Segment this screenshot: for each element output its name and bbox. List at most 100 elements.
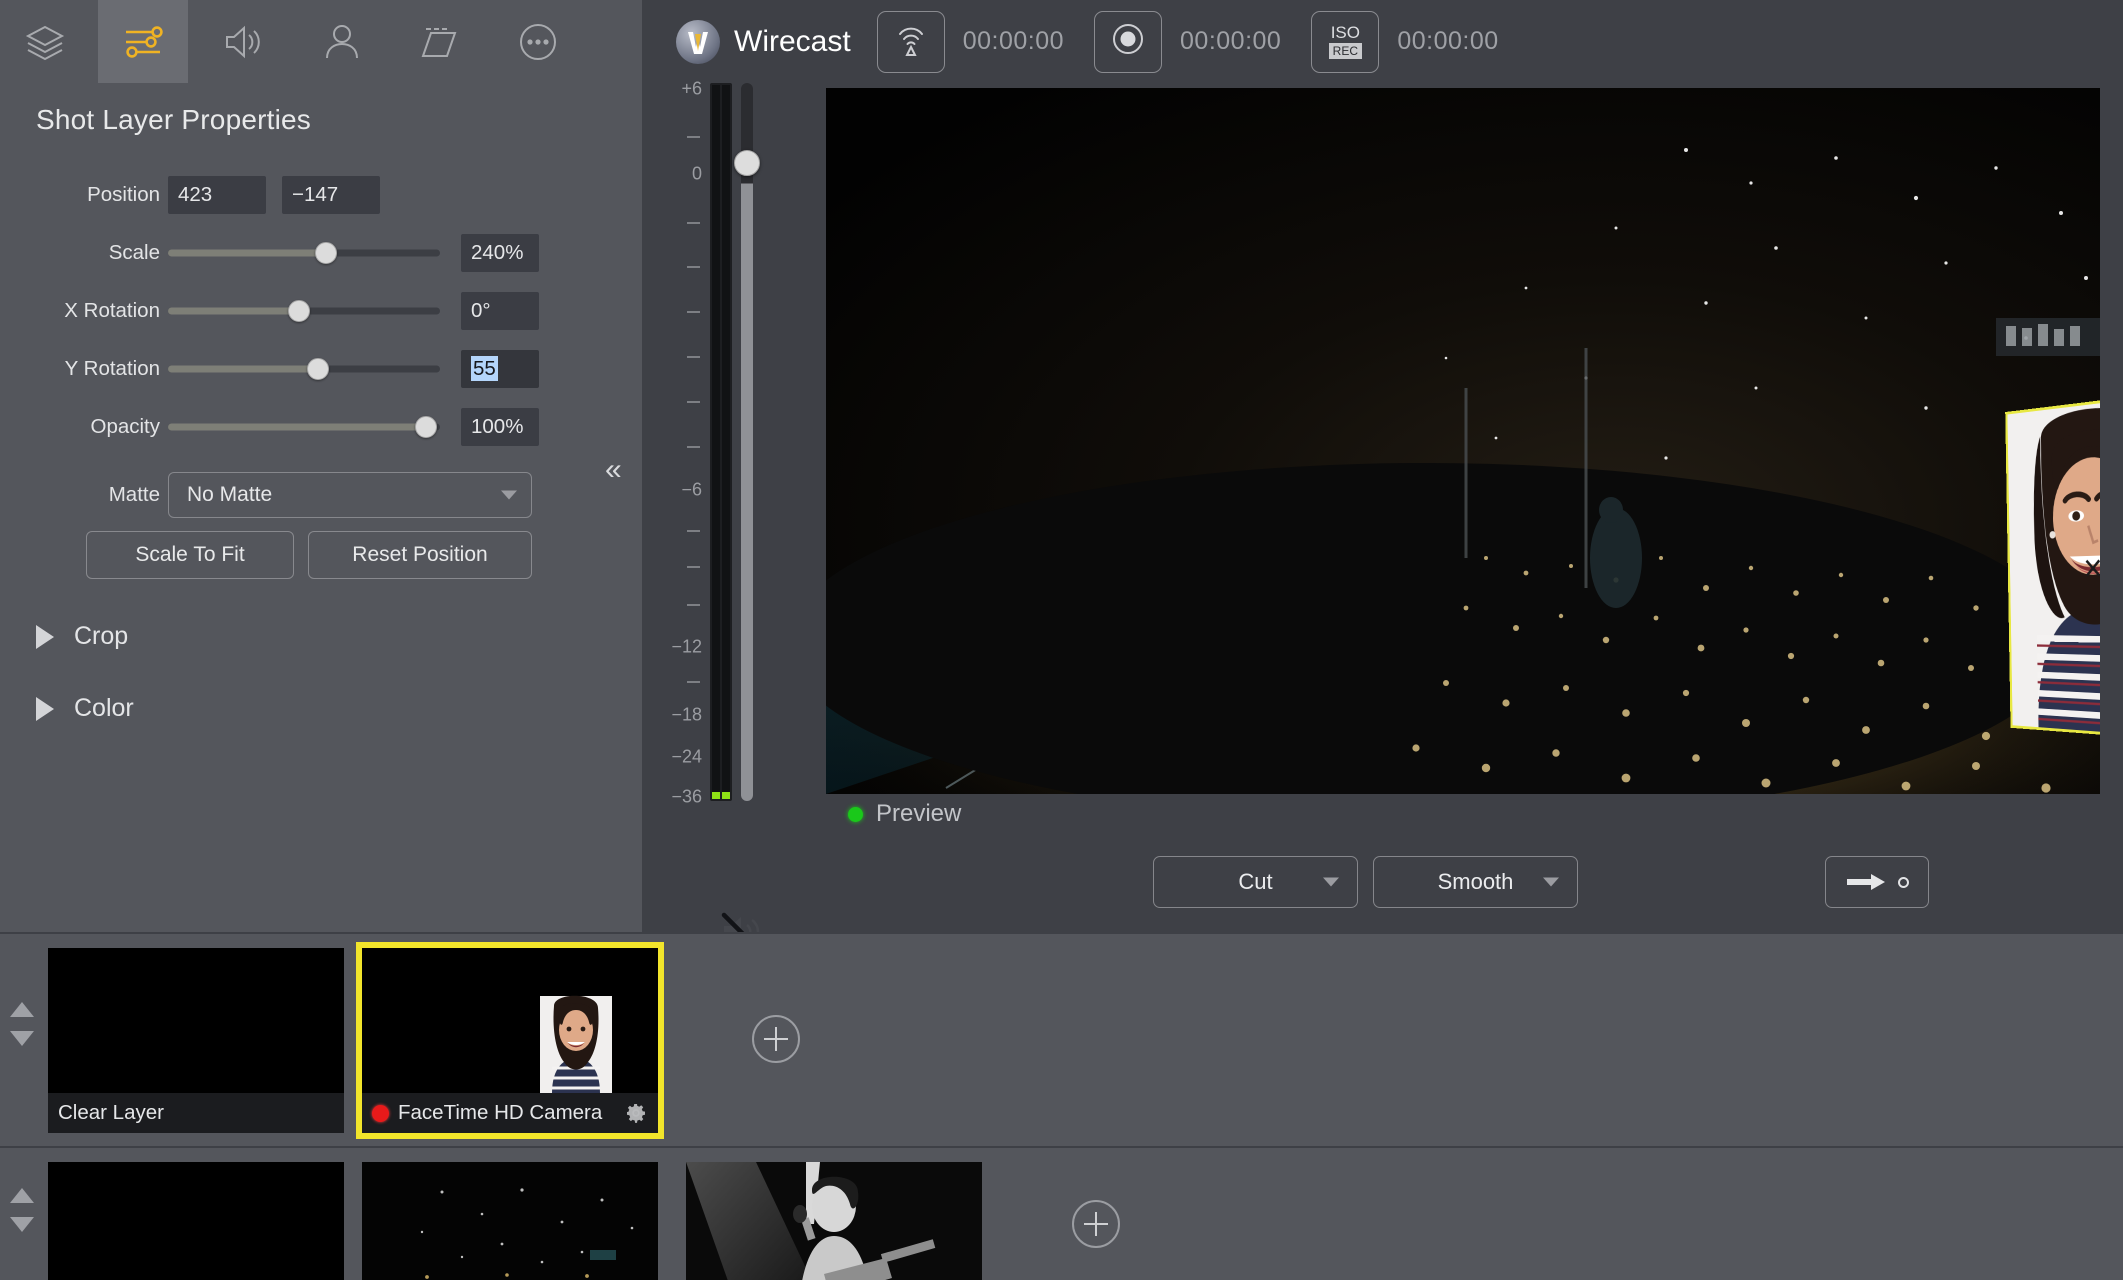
x-rotation-slider-knob[interactable] — [287, 300, 310, 322]
audio-scale-label: −24 — [671, 746, 702, 767]
scale-row: Scale 240% — [0, 233, 642, 273]
move-layer-down-icon[interactable] — [10, 1217, 34, 1232]
gear-icon[interactable] — [624, 1101, 648, 1125]
scale-slider[interactable] — [168, 242, 440, 264]
transition-right-value: Smooth — [1437, 869, 1514, 894]
shot-thumbnail — [48, 1162, 344, 1280]
shot-facetime-camera[interactable]: FaceTime HD Camera — [356, 942, 664, 1139]
audio-tick — [687, 222, 700, 224]
wirecast-logo-icon — [676, 19, 720, 64]
chevron-down-icon — [1323, 877, 1339, 887]
record-button[interactable] — [1094, 10, 1163, 73]
iso-rec-icon: ISO REC — [1328, 24, 1363, 59]
scale-label: Scale — [108, 241, 160, 264]
crowd-thumbnail-image — [362, 1162, 658, 1280]
shot-row2-1[interactable] — [48, 1162, 344, 1280]
audio-icon-button[interactable] — [198, 0, 288, 83]
record-indicator-icon — [372, 1104, 389, 1122]
audio-tick — [687, 530, 700, 532]
add-shot-button-row1[interactable] — [752, 1015, 800, 1063]
preview-status-dot-icon — [848, 806, 863, 822]
sliders-icon-button[interactable] — [98, 0, 188, 83]
musician-thumbnail-image — [686, 1162, 982, 1280]
move-layer-down-icon[interactable] — [10, 1031, 34, 1046]
position-x-input[interactable]: 423 — [168, 176, 266, 214]
broadcast-timecode: 00:00:00 — [962, 27, 1065, 55]
add-shot-button-row2[interactable] — [1072, 1200, 1120, 1248]
matte-select[interactable]: No Matte — [168, 471, 532, 518]
collapse-panel-button[interactable]: « — [605, 455, 622, 485]
layer-row-1: Clear Layer FaceTime HD Camera — [0, 934, 2123, 1146]
y-rotation-slider[interactable] — [168, 358, 440, 380]
shot-thumbnail — [686, 1162, 982, 1280]
opacity-slider-knob[interactable] — [415, 416, 438, 438]
x-rotation-value-input[interactable]: 0° — [461, 292, 539, 330]
color-section-toggle[interactable]: Color — [36, 694, 134, 723]
record-timecode: 00:00:00 — [1180, 27, 1282, 55]
overlay-shot-selection[interactable] — [2004, 390, 2100, 742]
audio-scale: +6 0 −6 −12 −18 −24 −36 — [644, 75, 706, 807]
shot-clear-layer[interactable]: Clear Layer — [48, 948, 344, 1133]
transition-left-select[interactable]: Cut — [1153, 856, 1358, 908]
x-rotation-label: X Rotation — [64, 299, 160, 322]
reset-position-button[interactable]: Reset Position — [308, 531, 532, 579]
facetime-portrait-image — [2007, 393, 2100, 739]
audio-tick — [687, 401, 700, 403]
scale-slider-knob[interactable] — [314, 242, 337, 264]
matte-selected-value: No Matte — [187, 482, 273, 506]
broadcast-button[interactable] — [876, 10, 945, 73]
audio-scale-label: 0 — [691, 163, 702, 184]
y-rotation-slider-fill — [168, 365, 318, 373]
sliders-icon — [121, 20, 165, 64]
shot-thumbnail — [362, 1162, 658, 1280]
scale-value-input[interactable]: 240% — [461, 234, 539, 272]
chroma-key-icon-button[interactable] — [297, 0, 387, 83]
shot-title: FaceTime HD Camera — [398, 1101, 603, 1124]
y-rotation-value-input[interactable]: 55 — [461, 350, 539, 388]
position-y-input[interactable]: −147 — [282, 176, 380, 214]
scale-to-fit-button[interactable]: Scale To Fit — [86, 531, 294, 579]
audio-scale-label: −36 — [671, 786, 702, 807]
crop-section-toggle[interactable]: Crop — [36, 622, 128, 651]
scale-slider-fill — [168, 249, 326, 257]
motion-icon — [417, 20, 463, 64]
audio-fader-knob[interactable] — [734, 150, 760, 176]
audio-fader-track[interactable] — [741, 83, 753, 801]
go-transition-button[interactable] — [1825, 856, 1929, 908]
opacity-slider[interactable] — [168, 416, 440, 438]
audio-scale-label: −12 — [671, 636, 702, 657]
x-rotation-row: X Rotation 0° — [0, 291, 642, 331]
page-title: Shot Layer Properties — [36, 104, 312, 135]
motion-icon-button[interactable] — [395, 0, 485, 83]
x-rotation-slider-fill — [168, 307, 299, 315]
preview-status: Preview — [848, 800, 961, 828]
audio-level-meters — [710, 83, 732, 801]
layer-1-reorder-arrows — [10, 1002, 34, 1046]
audio-scale-label: −6 — [681, 479, 702, 500]
y-rotation-slider-knob[interactable] — [306, 358, 329, 380]
x-rotation-slider[interactable] — [168, 300, 440, 322]
inspector-toolbar — [0, 0, 642, 83]
transition-right-select[interactable]: Smooth — [1373, 856, 1578, 908]
move-layer-up-icon[interactable] — [10, 1188, 34, 1203]
shot-layers-panel: Clear Layer FaceTime HD Camera — [0, 932, 2123, 1280]
shot-row2-musician[interactable] — [686, 1162, 982, 1280]
transition-left-value: Cut — [1238, 869, 1273, 894]
audio-level-left — [712, 85, 720, 799]
shot-thumbnail — [48, 948, 344, 1093]
layers-icon-button[interactable] — [0, 0, 90, 83]
more-options-button[interactable] — [493, 0, 583, 83]
shot-row2-crowd[interactable] — [362, 1162, 658, 1280]
iso-record-button[interactable]: ISO REC — [1311, 10, 1380, 73]
transition-bar: Cut Smooth — [644, 838, 2123, 932]
opacity-value-input[interactable]: 100% — [461, 408, 539, 446]
chevron-down-icon — [1543, 877, 1559, 887]
rec-label: REC — [1328, 43, 1363, 59]
move-layer-up-icon[interactable] — [10, 1002, 34, 1017]
preview-canvas[interactable] — [826, 88, 2100, 794]
broadcast-icon — [893, 20, 929, 63]
audio-tick — [687, 681, 700, 683]
position-row: Position 423 −147 — [0, 175, 642, 215]
chevron-down-icon — [501, 490, 517, 499]
more-ellipsis-icon — [515, 19, 561, 65]
